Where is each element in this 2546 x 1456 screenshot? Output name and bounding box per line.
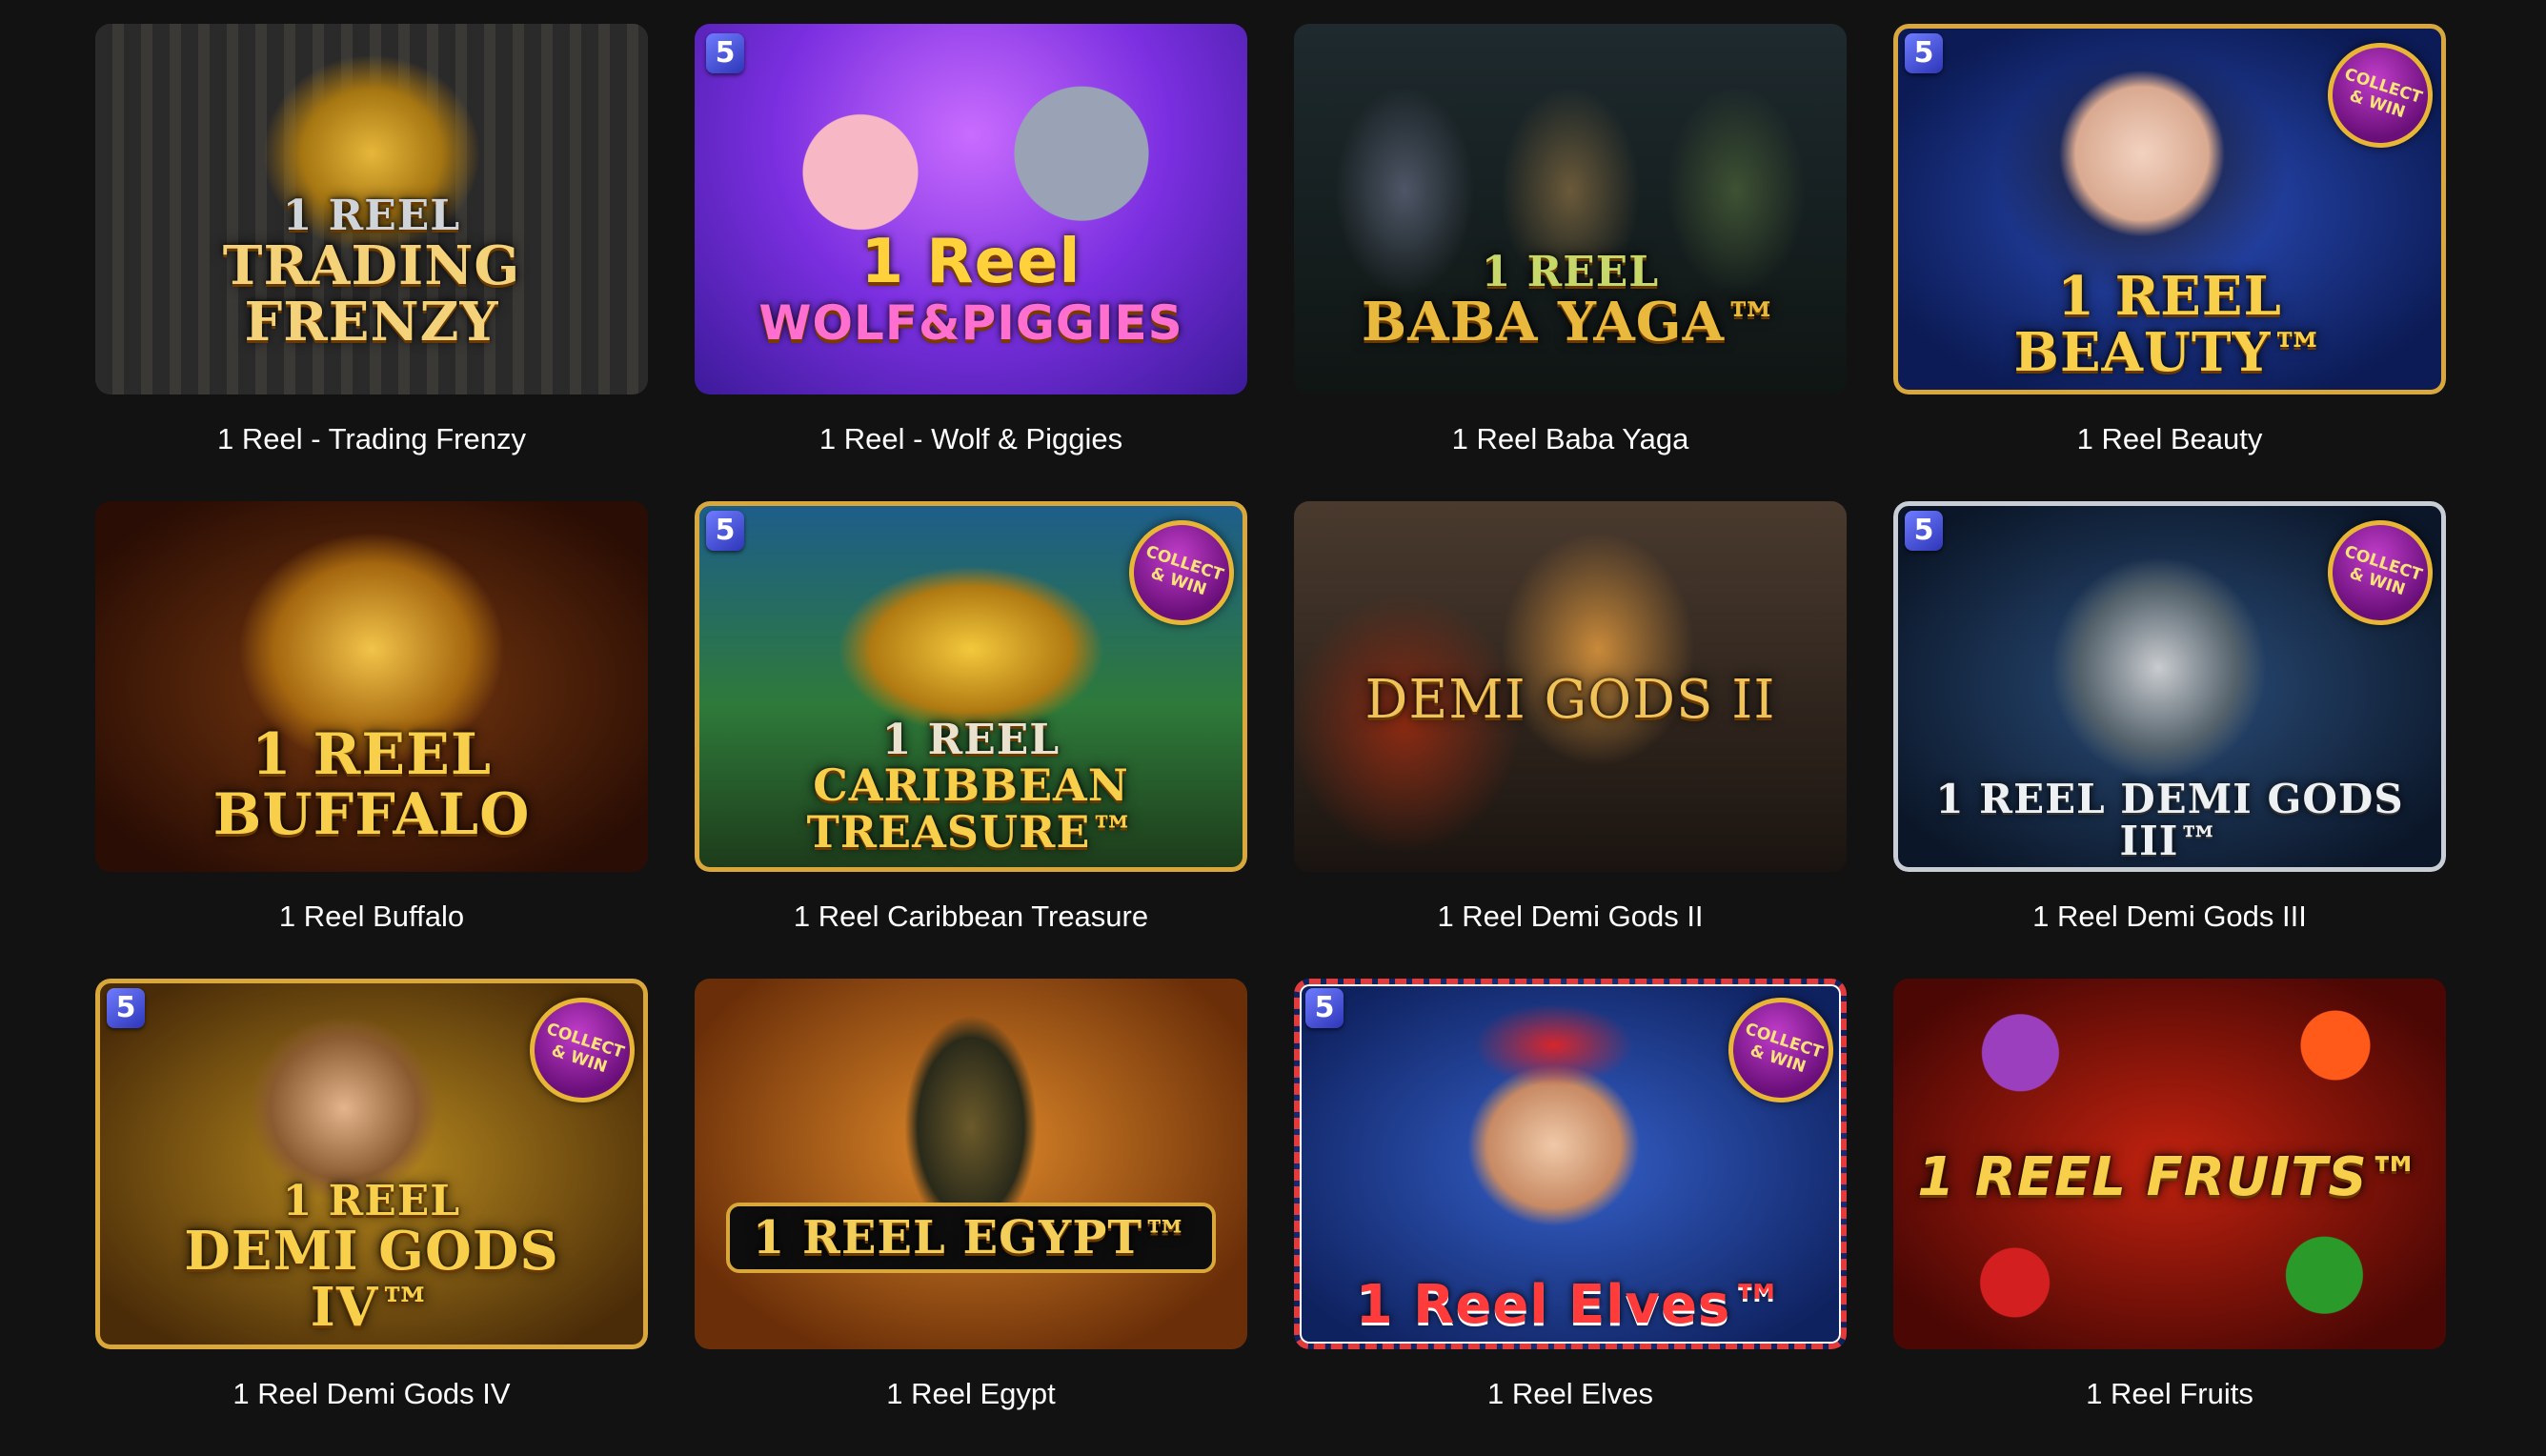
game-title[interactable]: 1 Reel Buffalo	[279, 899, 464, 935]
provider-5-icon: 5	[1905, 511, 1943, 551]
game-card-wolf-piggies[interactable]: 5 1 Reel WOLF&PIGGIES 1 Reel - Wolf & Pi…	[695, 24, 1247, 501]
game-thumbnail[interactable]: DEMI GODS II	[1294, 501, 1847, 872]
game-thumbnail[interactable]: 5 1 Reel WOLF&PIGGIES	[695, 24, 1247, 394]
game-thumbnail[interactable]: 5 COLLECT & WIN 1 REEL CARIBBEAN TREASUR…	[695, 501, 1247, 872]
logo-main-text: TRADING FRENZY	[222, 234, 521, 354]
game-thumbnail[interactable]: 1 REEL FRUITS™	[1893, 979, 2446, 1349]
game-card-egypt[interactable]: 1 REEL EGYPT™ 1 Reel Egypt	[695, 979, 1247, 1456]
game-thumbnail[interactable]: 5 COLLECT & WIN 1 REEL DEMI GODS III™	[1893, 501, 2446, 872]
game-title[interactable]: 1 Reel Demi Gods II	[1437, 899, 1703, 935]
game-title[interactable]: 1 Reel - Wolf & Piggies	[819, 421, 1122, 457]
logo-main-text: BABA YAGA™	[1361, 291, 1780, 354]
logo-main-text: WOLF&PIGGIES	[758, 295, 1183, 352]
logo-top-text: 1 REEL	[282, 192, 461, 241]
game-title[interactable]: 1 Reel Egypt	[886, 1376, 1056, 1412]
game-card-beauty[interactable]: 5 COLLECT & WIN 1 REEL BEAUTY™ 1 Reel Be…	[1893, 24, 2446, 501]
game-title[interactable]: 1 Reel Elves	[1487, 1376, 1653, 1412]
game-title[interactable]: 1 Reel Demi Gods III	[2032, 899, 2307, 935]
logo-main-text: DEMI GODS II	[1364, 669, 1776, 732]
provider-5-icon: 5	[706, 33, 744, 73]
game-thumbnail[interactable]: 5 COLLECT & WIN 1 REEL DEMI GODS IV™	[95, 979, 648, 1349]
provider-5-icon: 5	[107, 988, 145, 1028]
provider-5-icon: 5	[706, 511, 744, 551]
game-card-buffalo[interactable]: 1 REEL BUFFALO 1 Reel Buffalo	[95, 501, 648, 979]
game-title[interactable]: 1 Reel Baba Yaga	[1452, 421, 1689, 457]
logo-top-text: 1 REEL	[282, 1177, 461, 1226]
game-card-demi-gods-iv[interactable]: 5 COLLECT & WIN 1 REEL DEMI GODS IV™ 1 R…	[95, 979, 648, 1456]
logo-main-text: DEMI GODS IV™	[184, 1220, 559, 1340]
logo-top-text: 1 REEL	[881, 716, 1061, 765]
game-title[interactable]: 1 Reel Beauty	[2077, 421, 2263, 457]
game-thumbnail[interactable]: 1 REEL EGYPT™	[695, 979, 1247, 1349]
game-title[interactable]: 1 Reel Demi Gods IV	[232, 1376, 510, 1412]
game-thumbnail[interactable]: 1 REEL TRADING FRENZY	[95, 24, 648, 394]
game-thumbnail[interactable]: 1 REEL BABA YAGA™	[1294, 24, 1847, 394]
provider-5-icon: 5	[1905, 33, 1943, 73]
game-card-trading-frenzy[interactable]: 1 REEL TRADING FRENZY 1 Reel - Trading F…	[95, 24, 648, 501]
game-title[interactable]: 1 Reel - Trading Frenzy	[217, 421, 526, 457]
game-thumbnail[interactable]: 1 REEL BUFFALO	[95, 501, 648, 872]
game-grid: 1 REEL TRADING FRENZY 1 Reel - Trading F…	[95, 24, 2446, 1456]
logo-main-text: CARIBBEAN TREASURE™	[806, 759, 1136, 858]
game-thumbnail[interactable]: 5 COLLECT & WIN 1 REEL BEAUTY™	[1893, 24, 2446, 394]
provider-5-icon: 5	[1305, 988, 1344, 1028]
game-card-elves[interactable]: 5 COLLECT & WIN 1 Reel Elves™ 1 Reel Elv…	[1294, 979, 1847, 1456]
logo-top-text: 1 Reel	[860, 227, 1081, 298]
logo-main-text: 1 REEL FRUITS™	[1917, 1146, 2422, 1209]
game-title[interactable]: 1 Reel Caribbean Treasure	[794, 899, 1148, 935]
logo-main-text: 1 REEL BUFFALO	[212, 721, 531, 848]
logo-main-text: 1 REEL DEMI GODS III™	[1935, 775, 2404, 864]
game-title[interactable]: 1 Reel Fruits	[2086, 1376, 2253, 1412]
game-card-demi-gods-iii[interactable]: 5 COLLECT & WIN 1 REEL DEMI GODS III™ 1 …	[1893, 501, 2446, 979]
logo-main-text: 1 REEL BEAUTY™	[2013, 265, 2326, 385]
game-card-fruits[interactable]: 1 REEL FRUITS™ 1 Reel Fruits	[1893, 979, 2446, 1456]
logo-main-text: 1 Reel Elves™	[1355, 1274, 1786, 1337]
game-card-baba-yaga[interactable]: 1 REEL BABA YAGA™ 1 Reel Baba Yaga	[1294, 24, 1847, 501]
logo-main-text: 1 REEL EGYPT™	[725, 1202, 1217, 1273]
logo-top-text: 1 REEL	[1481, 248, 1660, 297]
game-card-caribbean-treasure[interactable]: 5 COLLECT & WIN 1 REEL CARIBBEAN TREASUR…	[695, 501, 1247, 979]
game-card-demi-gods-ii[interactable]: DEMI GODS II 1 Reel Demi Gods II	[1294, 501, 1847, 979]
game-thumbnail[interactable]: 5 COLLECT & WIN 1 Reel Elves™	[1294, 979, 1847, 1349]
